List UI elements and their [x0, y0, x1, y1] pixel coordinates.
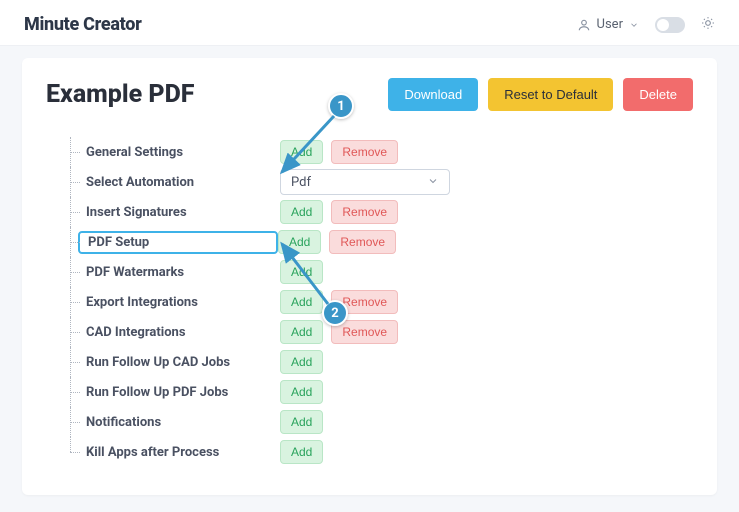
tree-row-actions: Add: [280, 350, 323, 374]
settings-tree: General SettingsAddRemoveSelect Automati…: [46, 137, 693, 467]
add-button[interactable]: Add: [280, 290, 323, 314]
user-menu[interactable]: User: [577, 17, 639, 32]
tree-row: PDF WatermarksAdd: [46, 257, 693, 287]
tree-row: General SettingsAdd Remove: [46, 137, 693, 167]
tree-row-label[interactable]: Notifications: [80, 415, 280, 430]
tree-row-actions: Add: [280, 440, 323, 464]
tree-row-label[interactable]: Insert Signatures: [80, 205, 280, 220]
add-button[interactable]: Add: [280, 140, 323, 164]
remove-button[interactable]: Remove: [331, 140, 398, 164]
tree-row: Kill Apps after ProcessAdd: [46, 437, 693, 467]
tree-row: CAD IntegrationsAddRemove: [46, 317, 693, 347]
user-icon: [577, 18, 591, 32]
add-button[interactable]: Add: [280, 320, 323, 344]
top-bar: Minute Creator User: [0, 0, 739, 46]
tree-row: Select Automation Pdf: [46, 167, 693, 197]
tree-row-label[interactable]: Run Follow Up CAD Jobs: [80, 355, 280, 370]
tree-row-actions: Add: [280, 260, 323, 284]
chevron-down-icon: [427, 175, 439, 190]
tree-row-label[interactable]: Kill Apps after Process: [80, 445, 280, 460]
select-value: Pdf: [291, 175, 311, 190]
remove-button[interactable]: Remove: [331, 200, 398, 224]
add-button[interactable]: Add: [280, 200, 323, 224]
topbar-right: User: [577, 15, 715, 34]
tree-row-actions: Pdf: [280, 169, 450, 195]
sun-icon[interactable]: [701, 15, 715, 34]
tree-row: Insert SignaturesAdd Remove: [46, 197, 693, 227]
add-button[interactable]: Add: [280, 380, 323, 404]
tree-row-actions: Add Remove: [280, 200, 398, 224]
tree-row-actions: Add Remove: [280, 140, 398, 164]
tree-row-label[interactable]: Export Integrations: [80, 295, 280, 310]
add-button[interactable]: Add: [280, 440, 323, 464]
tree-row: Run Follow Up PDF JobsAdd: [46, 377, 693, 407]
theme-toggle[interactable]: [655, 17, 685, 33]
tree-row-actions: Add: [280, 380, 323, 404]
automation-select[interactable]: Pdf: [280, 169, 450, 195]
download-button[interactable]: Download: [388, 78, 478, 111]
tree-row-label[interactable]: PDF Watermarks: [80, 265, 280, 280]
app-logo: Minute Creator: [24, 14, 142, 35]
tree-row-label[interactable]: CAD Integrations: [80, 325, 280, 340]
toggle-knob: [657, 19, 669, 31]
user-label: User: [597, 17, 623, 32]
reset-button[interactable]: Reset to Default: [488, 78, 613, 111]
delete-button[interactable]: Delete: [623, 78, 693, 111]
tree-row-actions: Add Remove: [278, 230, 396, 254]
main-card: Example PDF Download Reset to Default De…: [22, 58, 717, 495]
tree-row-label[interactable]: Run Follow Up PDF Jobs: [80, 385, 280, 400]
page-title: Example PDF: [46, 80, 194, 109]
tree-row-label[interactable]: Select Automation: [80, 175, 280, 190]
annotation-badge-2: 2: [322, 300, 348, 326]
tree-row-actions: Add: [280, 410, 323, 434]
tree-row: Run Follow Up CAD JobsAdd: [46, 347, 693, 377]
add-button[interactable]: Add: [280, 410, 323, 434]
add-button[interactable]: Add: [278, 230, 321, 254]
tree-row: NotificationsAdd: [46, 407, 693, 437]
remove-button[interactable]: Remove: [329, 230, 396, 254]
tree-row: PDF SetupAdd Remove: [46, 227, 693, 257]
tree-row-label[interactable]: General Settings: [80, 145, 280, 160]
tree-row-label[interactable]: PDF Setup: [78, 231, 278, 254]
tree-row: Export IntegrationsAddRemove: [46, 287, 693, 317]
chevron-down-icon: [629, 20, 639, 30]
annotation-badge-1: 1: [328, 93, 354, 119]
add-button[interactable]: Add: [280, 260, 323, 284]
add-button[interactable]: Add: [280, 350, 323, 374]
